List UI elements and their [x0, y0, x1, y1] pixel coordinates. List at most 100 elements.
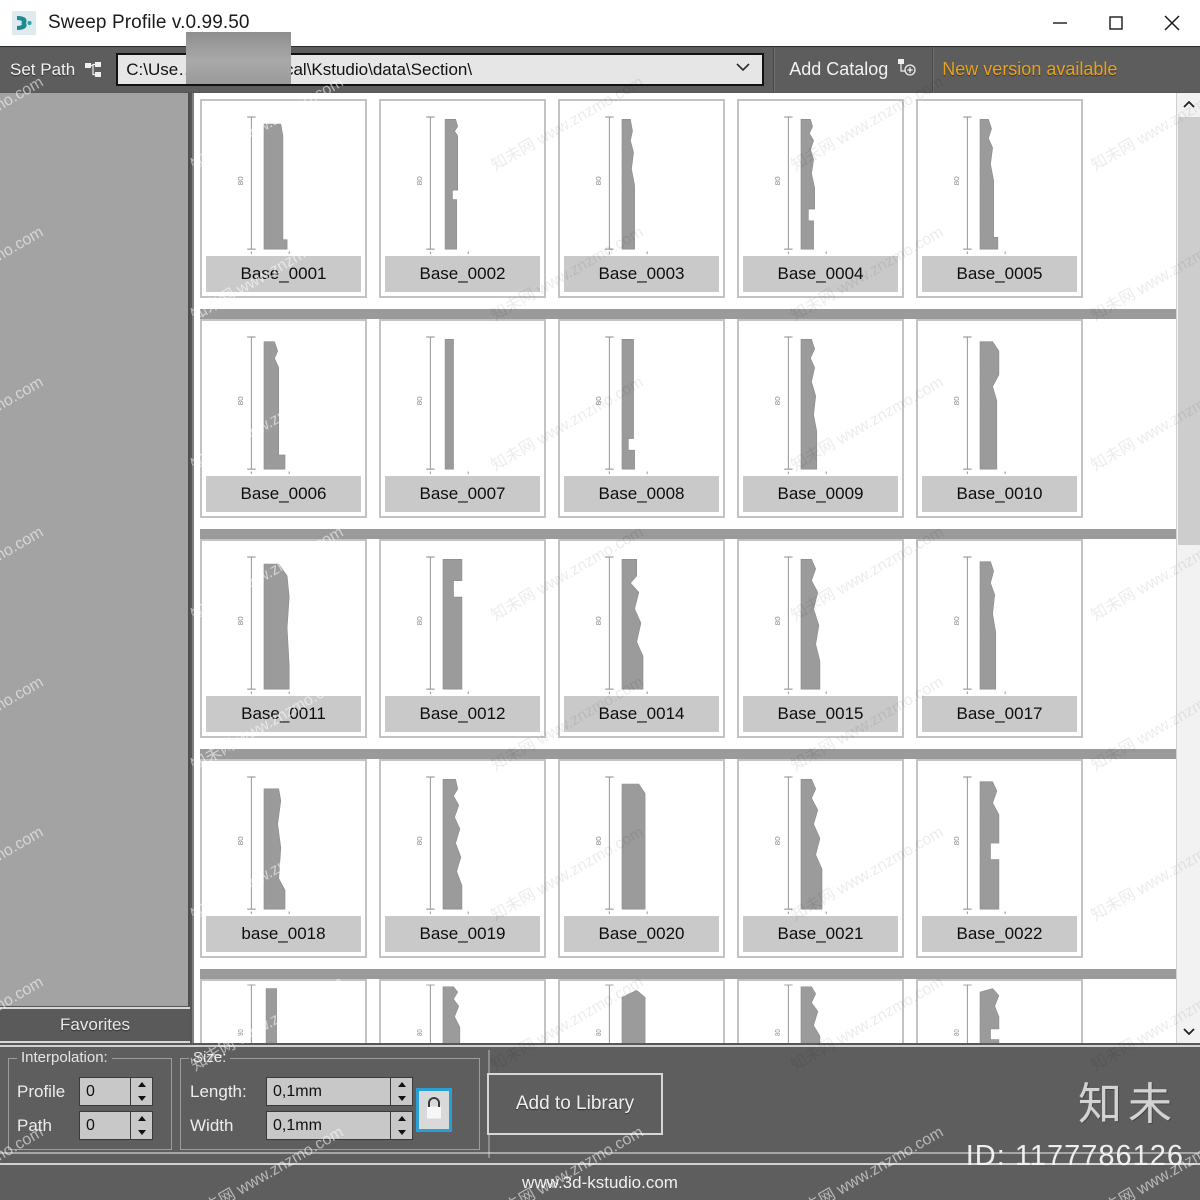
profile-tile[interactable]: 80 12 Base_0009 — [737, 319, 904, 518]
profile-tile-label: Base_0021 — [743, 914, 898, 952]
chevron-down-icon[interactable] — [733, 60, 753, 79]
favorites-button[interactable]: Favorites — [0, 1007, 190, 1043]
close-button[interactable] — [1144, 0, 1200, 46]
width-field-row: Width 0,1mm — [190, 1111, 413, 1140]
redaction-overlay — [186, 32, 292, 84]
width-input[interactable]: 0,1mm — [266, 1111, 391, 1140]
scroll-down-button[interactable] — [1177, 1019, 1200, 1043]
toolbar: Set Path C:\Use…AppData\Local\Kstudio\da… — [0, 32, 1200, 93]
size-legend: Size: — [189, 1049, 231, 1066]
profile-tile[interactable]: 80 12 Base_0004 — [737, 99, 904, 298]
add-catalog-label: Add Catalog — [789, 59, 889, 79]
scrollbar-track[interactable] — [1177, 117, 1200, 1019]
profile-tile-label: Base_0019 — [385, 914, 540, 952]
scroll-up-button[interactable] — [1177, 93, 1200, 117]
profile-tile[interactable]: 80 12 Base_0021 — [737, 759, 904, 958]
profile-tile[interactable]: 80 12 Base_0022 — [916, 759, 1083, 958]
set-path-button[interactable]: Set Path — [0, 47, 114, 93]
svg-text:80: 80 — [773, 616, 781, 626]
path-value: C:\Use…AppData\Local\Kstudio\data\Sectio… — [126, 59, 473, 79]
profile-tile[interactable]: 80 12 — [200, 979, 367, 1043]
length-input[interactable]: 0,1mm — [266, 1077, 391, 1106]
profile-tile[interactable]: 80 12 Base_0017 — [916, 539, 1083, 738]
profile-tile[interactable]: 80 12 Base_0008 — [558, 319, 725, 518]
length-stepper-down[interactable] — [391, 1092, 412, 1106]
path-interp-input[interactable]: 0 — [79, 1111, 131, 1140]
width-stepper-up[interactable] — [391, 1112, 412, 1126]
length-stepper[interactable] — [391, 1077, 413, 1106]
svg-text:80: 80 — [415, 616, 423, 626]
maximize-button[interactable] — [1088, 0, 1144, 46]
vertical-scrollbar[interactable] — [1176, 93, 1200, 1043]
profile-tile[interactable]: 80 12 Base_0019 — [379, 759, 546, 958]
path-stepper-down[interactable] — [131, 1126, 152, 1140]
profile-tile-label: Base_0007 — [385, 474, 540, 512]
sidebar-content — [0, 93, 188, 1006]
profile-thumbnail-icon: 80 12 — [739, 101, 902, 254]
add-to-library-button[interactable]: Add to Library — [487, 1073, 663, 1135]
profile-input[interactable]: 0 — [79, 1077, 131, 1106]
profile-tile[interactable]: 80 12 — [916, 979, 1083, 1043]
profile-tile[interactable]: 80 12 — [379, 979, 546, 1043]
app-logo-icon — [12, 11, 36, 35]
profile-tile[interactable]: 80 12 Base_0006 — [200, 319, 367, 518]
window-title: Sweep Profile v.0.99.50 — [48, 12, 250, 33]
profile-stepper[interactable] — [131, 1077, 153, 1106]
add-catalog-button[interactable]: Add Catalog — [775, 47, 932, 93]
profile-tile[interactable]: 80 12 Base_0002 — [379, 99, 546, 298]
profile-tile[interactable]: 80 12 Base_0003 — [558, 99, 725, 298]
profile-tile-label: Base_0002 — [385, 254, 540, 292]
profile-thumbnail-icon: 80 12 — [381, 321, 544, 474]
profile-thumbnail-icon: 80 12 — [739, 981, 902, 1043]
length-stepper-up[interactable] — [391, 1078, 412, 1092]
profile-tile[interactable]: 80 12 Base_0014 — [558, 539, 725, 738]
svg-text:80: 80 — [594, 836, 602, 846]
profile-tile[interactable]: 80 12 Base_0015 — [737, 539, 904, 738]
profile-tile[interactable]: 80 12 Base_0007 — [379, 319, 546, 518]
lock-icon — [423, 1095, 445, 1126]
length-field-row: Length: 0,1mm — [190, 1077, 413, 1106]
width-stepper-down[interactable] — [391, 1126, 412, 1140]
path-interp-stepper[interactable] — [131, 1111, 153, 1140]
brand-watermark: 知未 — [1078, 1080, 1178, 1129]
minimize-button[interactable] — [1032, 0, 1088, 46]
profile-thumbnail-icon: 80 12 — [202, 541, 365, 694]
left-sidebar — [0, 93, 190, 1006]
profile-stepper-up[interactable] — [131, 1078, 152, 1092]
profile-tile[interactable]: 80 12 Base_0011 — [200, 539, 367, 738]
width-stepper[interactable] — [391, 1111, 413, 1140]
profile-thumbnail-icon: 80 12 — [202, 761, 365, 914]
profile-stepper-down[interactable] — [131, 1092, 152, 1106]
svg-text:80: 80 — [775, 1029, 783, 1036]
new-version-notice[interactable]: New version available — [934, 47, 1125, 93]
profile-tile-label: Base_0005 — [922, 254, 1077, 292]
profile-tile-label: Base_0004 — [743, 254, 898, 292]
footer-url[interactable]: www.3d-kstudio.com — [522, 1173, 678, 1193]
profile-tile[interactable]: 80 12 Base_0020 — [558, 759, 725, 958]
profile-tile[interactable]: 80 12 — [737, 979, 904, 1043]
path-combobox[interactable]: C:\Use…AppData\Local\Kstudio\data\Sectio… — [116, 32, 765, 86]
profile-label: Profile — [17, 1081, 66, 1101]
scrollbar-thumb[interactable] — [1178, 117, 1200, 545]
profile-tile[interactable]: 80 12 Base_0012 — [379, 539, 546, 738]
profile-tile-label: Base_0001 — [206, 254, 361, 292]
profile-tile[interactable]: 80 12 Base_0001 — [200, 99, 367, 298]
path-stepper-up[interactable] — [131, 1112, 152, 1126]
lock-aspect-button[interactable] — [416, 1088, 452, 1132]
path-interp-label: Path — [17, 1115, 52, 1135]
profile-tile-label: Base_0012 — [385, 694, 540, 732]
grid-row-separator — [200, 749, 1176, 759]
profile-tile[interactable]: 80 12 base_0018 — [200, 759, 367, 958]
profile-thumbnail-icon: 80 12 — [381, 761, 544, 914]
profile-thumbnail-icon: 80 12 — [918, 761, 1081, 914]
profile-tile-label: base_0018 — [206, 914, 361, 952]
svg-text:80: 80 — [773, 176, 781, 186]
profile-tile[interactable]: 80 12 — [558, 979, 725, 1043]
svg-text:80: 80 — [415, 176, 423, 186]
profile-thumbnail-icon: 80 12 — [560, 761, 723, 914]
profile-thumbnail-icon: 80 12 — [560, 321, 723, 474]
svg-text:80: 80 — [236, 616, 244, 626]
profile-tile[interactable]: 80 12 Base_0005 — [916, 99, 1083, 298]
profile-thumbnail-icon: 80 12 — [381, 981, 544, 1043]
profile-tile[interactable]: 80 12 Base_0010 — [916, 319, 1083, 518]
